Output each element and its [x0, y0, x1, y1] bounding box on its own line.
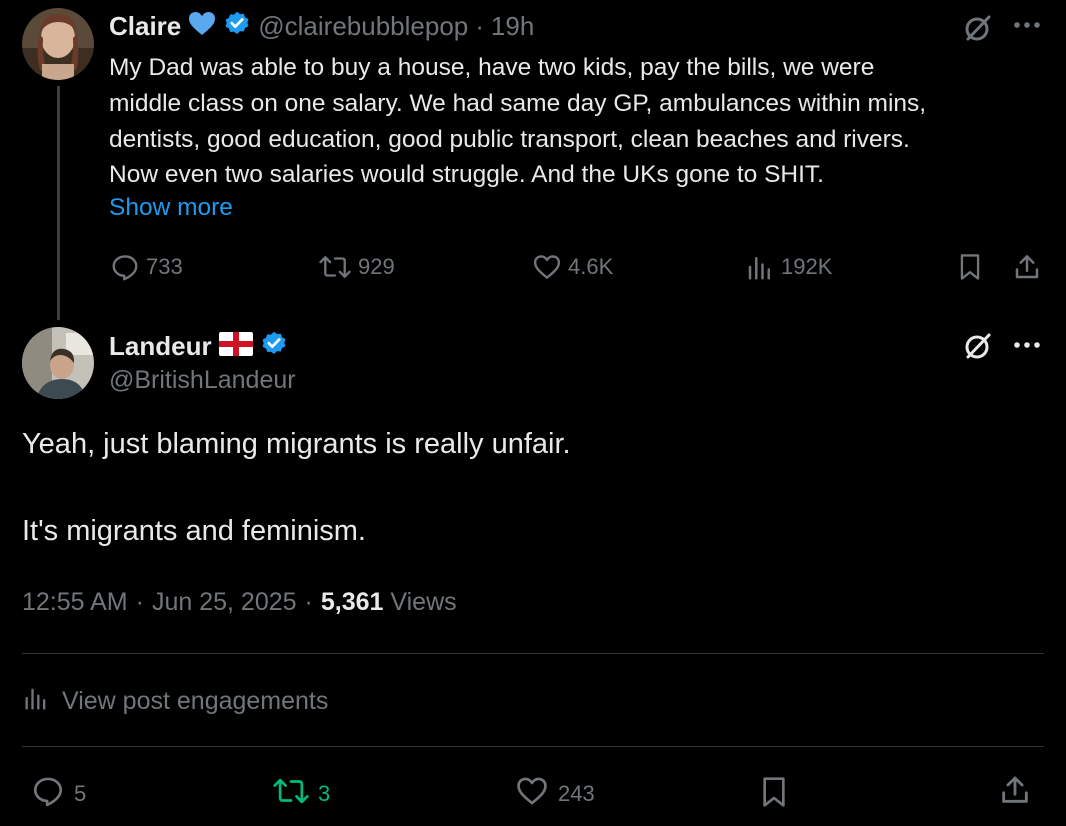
views-count: 5,361 [320, 588, 384, 616]
repost-button[interactable]: 3 [272, 774, 330, 814]
avatar[interactable] [22, 8, 94, 80]
heart-icon [532, 252, 562, 282]
post-time[interactable]: 12:55 AM [22, 588, 128, 617]
parent-action-bar: 733 929 4.6K 192K [0, 248, 1066, 288]
divider [22, 746, 1044, 747]
analytics-icon [22, 684, 50, 719]
post-time[interactable]: 19h [491, 11, 534, 42]
share-icon [1012, 252, 1042, 282]
reply-button[interactable]: 5 [30, 774, 86, 814]
heart-icon [514, 774, 550, 814]
tweet-text-line: My Dad was able to buy a house, have two… [109, 54, 875, 81]
view-engagements-button[interactable]: View post engagements [22, 684, 328, 718]
share-icon [998, 772, 1032, 814]
views-button[interactable]: 192K [745, 252, 832, 282]
bookmark-button[interactable] [956, 252, 984, 282]
divider [22, 653, 1044, 654]
reply-icon [110, 252, 140, 282]
blue-heart-icon [188, 11, 216, 42]
tweet-thread-view: Claire @clairebubblepop · 19h My Dad was… [0, 0, 1066, 826]
reply-count: 733 [146, 254, 183, 279]
author-name[interactable]: Claire [109, 11, 181, 42]
like-count: 243 [558, 781, 595, 806]
more-options-icon[interactable] [1012, 20, 1042, 30]
reply-count: 5 [74, 781, 87, 806]
show-more-link[interactable]: Show more [109, 194, 233, 222]
like-button[interactable]: 243 [514, 774, 595, 814]
bookmark-button[interactable] [758, 774, 790, 816]
parent-tweet-text: My Dad was able to buy a house, have two… [109, 50, 1039, 193]
like-count: 4.6K [568, 254, 614, 279]
more-options-icon[interactable] [1012, 340, 1042, 350]
tweet-text-line: It's migrants and feminism. [22, 515, 366, 547]
tweet-text-line: Yeah, just blaming migrants is really un… [22, 428, 571, 460]
bookmark-icon [758, 774, 790, 816]
views-summary: 5,361 Views [321, 588, 457, 617]
separator-dot: · [475, 10, 484, 41]
author-name[interactable]: Landeur [109, 331, 212, 362]
grok-icon[interactable] [962, 330, 994, 362]
view-count: 192K [781, 254, 833, 279]
analytics-icon [745, 252, 775, 282]
views-label: Views [390, 588, 457, 616]
grok-icon[interactable] [962, 12, 994, 44]
parent-tweet-header: Claire @clairebubblepop · 19h [109, 8, 534, 44]
verified-badge-icon[interactable] [223, 10, 251, 43]
reply-icon [30, 774, 66, 814]
separator-dot: · [304, 588, 313, 616]
tweet-text-line: middle class on one salary. We had same … [109, 89, 927, 117]
parent-tweet[interactable]: Claire @clairebubblepop · 19h My Dad was… [0, 0, 1066, 320]
author-handle[interactable]: @BritishLandeur [109, 366, 296, 395]
tweet-text-line: dentists, good education, good public tr… [109, 125, 910, 153]
author-handle[interactable]: @clairebubblepop [258, 11, 468, 42]
england-flag-icon [218, 331, 253, 361]
repost-count: 3 [318, 781, 331, 806]
share-button[interactable] [1012, 252, 1042, 282]
post-metadata: 12:55 AM · Jun 25, 2025 · 5,361 Views [22, 588, 457, 617]
view-engagements-label: View post engagements [62, 686, 329, 715]
avatar[interactable] [22, 327, 94, 399]
repost-icon [318, 252, 352, 282]
repost-icon [272, 774, 310, 814]
verified-badge-icon[interactable] [260, 330, 288, 363]
like-button[interactable]: 4.6K [532, 252, 613, 282]
post-date[interactable]: Jun 25, 2025 [152, 588, 297, 617]
share-button[interactable] [998, 772, 1032, 814]
separator-dot: · [135, 588, 144, 616]
tweet-text-line: Now even two salaries would struggle. An… [109, 161, 824, 189]
main-tweet-header: Landeur [109, 329, 288, 363]
bookmark-icon [956, 252, 984, 282]
repost-count: 929 [358, 254, 395, 279]
repost-button[interactable]: 929 [318, 252, 395, 282]
reply-button[interactable]: 733 [110, 252, 183, 282]
